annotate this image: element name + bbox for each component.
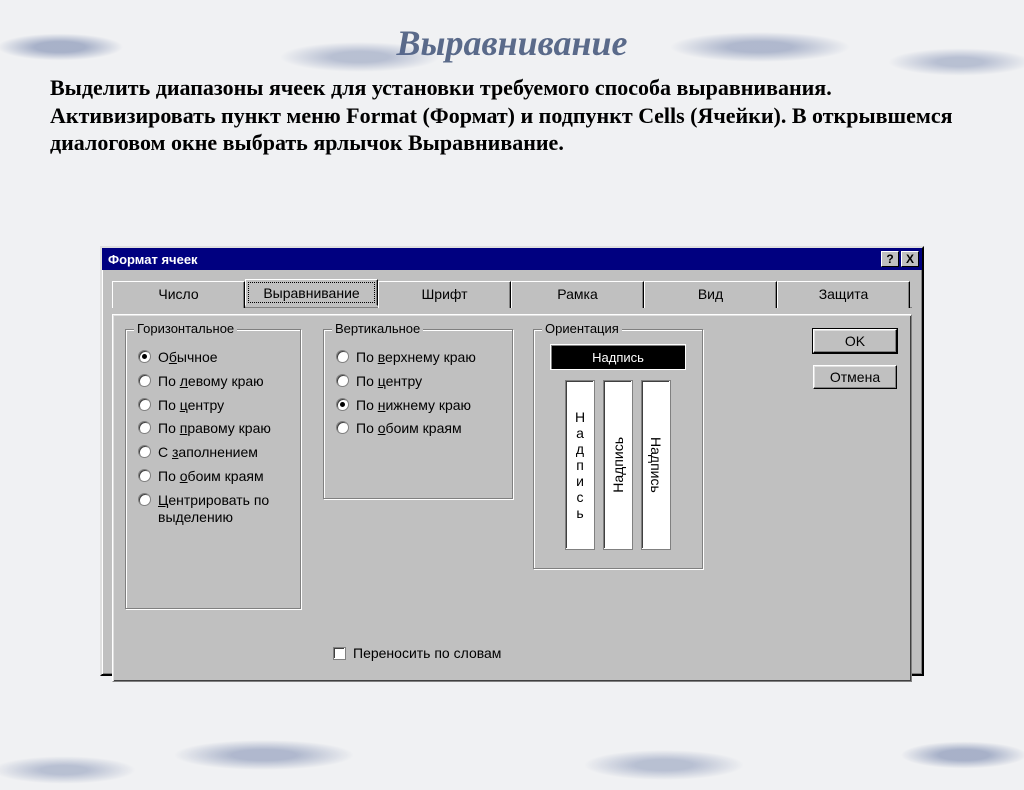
radio-label: По правому краю [158, 420, 271, 437]
tab-защита[interactable]: Защита [777, 281, 910, 308]
tab-выравнивание[interactable]: Выравнивание [245, 279, 378, 306]
intro-paragraph: Выделить диапазоны ячеек для установки т… [50, 74, 964, 157]
radio-label: По верхнему краю [356, 349, 476, 366]
orientation-option-rotate-down[interactable]: Надпись [641, 380, 671, 550]
radio-icon [138, 469, 151, 482]
group-horizontal-legend: Горизонтальное [134, 321, 237, 336]
orientation-rot-down-label: Надпись [648, 437, 664, 493]
close-button[interactable]: X [901, 251, 919, 267]
horizontal-option[interactable]: Обычное [136, 349, 290, 366]
wrap-text-label: Переносить по словам [353, 645, 501, 661]
horizontal-option[interactable]: По обоим краям [136, 468, 290, 485]
radio-icon [138, 350, 151, 363]
alignment-panel: Горизонтальное Обычное По левому краю По ц… [112, 314, 912, 682]
group-orientation: Ориентация Надпись Надпись Надпись Надпи… [533, 329, 703, 569]
tab-число[interactable]: Число [112, 281, 245, 308]
radio-label: По левому краю [158, 373, 264, 390]
radio-label: По нижнему краю [356, 397, 471, 414]
ok-button[interactable]: OK [813, 329, 897, 353]
radio-label: По центру [356, 373, 422, 390]
orientation-option-horizontal[interactable]: Надпись [550, 344, 686, 370]
decorative-bottom [0, 730, 1024, 790]
radio-icon [336, 374, 349, 387]
group-vertical: Вертикальное По верхнему краюПо центруПо… [323, 329, 513, 499]
horizontal-option[interactable]: По левому краю [136, 373, 290, 390]
orientation-option-rotate-up[interactable]: Надпись [603, 380, 633, 550]
vertical-option[interactable]: По обоим краям [334, 420, 502, 437]
tabstrip: ЧислоВыравниваниеШрифтРамкаВидЗащита [112, 280, 912, 308]
radio-icon [138, 398, 151, 411]
radio-label: По центру [158, 397, 224, 414]
vertical-option[interactable]: По верхнему краю [334, 349, 502, 366]
dialog-title: Формат ячеек [108, 252, 198, 267]
cancel-button[interactable]: Отмена [813, 365, 897, 389]
radio-icon [138, 421, 151, 434]
radio-icon [138, 374, 151, 387]
radio-label: Обычное [158, 349, 218, 366]
horizontal-option[interactable]: По центру [136, 397, 290, 414]
orientation-option-stacked[interactable]: Надпись [565, 380, 595, 550]
horizontal-option[interactable]: С заполнением [136, 444, 290, 461]
horizontal-option[interactable]: Центрировать по выделению [136, 492, 290, 526]
help-button[interactable]: ? [881, 251, 899, 267]
dialog-titlebar: Формат ячеек ? X [102, 248, 922, 270]
group-vertical-legend: Вертикальное [332, 321, 423, 336]
tab-рамка[interactable]: Рамка [511, 281, 644, 308]
radio-icon [336, 421, 349, 434]
orientation-stacked-label: Надпись [575, 409, 585, 522]
radio-label: По обоим краям [158, 468, 264, 485]
radio-icon [336, 398, 349, 411]
vertical-option[interactable]: По центру [334, 373, 502, 390]
radio-icon [336, 350, 349, 363]
group-horizontal: Горизонтальное ОбычноеПо левому краюПо ц… [125, 329, 301, 609]
tab-вид[interactable]: Вид [644, 281, 777, 308]
radio-label: С заполнением [158, 444, 258, 461]
wrap-text-checkbox[interactable]: Переносить по словам [333, 645, 501, 661]
format-cells-dialog: Формат ячеек ? X ЧислоВыравниваниеШрифтР… [100, 246, 924, 676]
group-orientation-legend: Ориентация [542, 321, 622, 336]
tab-шрифт[interactable]: Шрифт [378, 281, 511, 308]
radio-icon [138, 493, 151, 506]
orientation-rot-up-label: Надпись [610, 437, 626, 493]
page-title: Выравнивание [0, 22, 1024, 64]
vertical-option[interactable]: По нижнему краю [334, 397, 502, 414]
radio-icon [138, 445, 151, 458]
checkbox-box [333, 647, 346, 660]
horizontal-option[interactable]: По правому краю [136, 420, 290, 437]
radio-label: Центрировать по выделению [158, 492, 290, 526]
radio-label: По обоим краям [356, 420, 462, 437]
